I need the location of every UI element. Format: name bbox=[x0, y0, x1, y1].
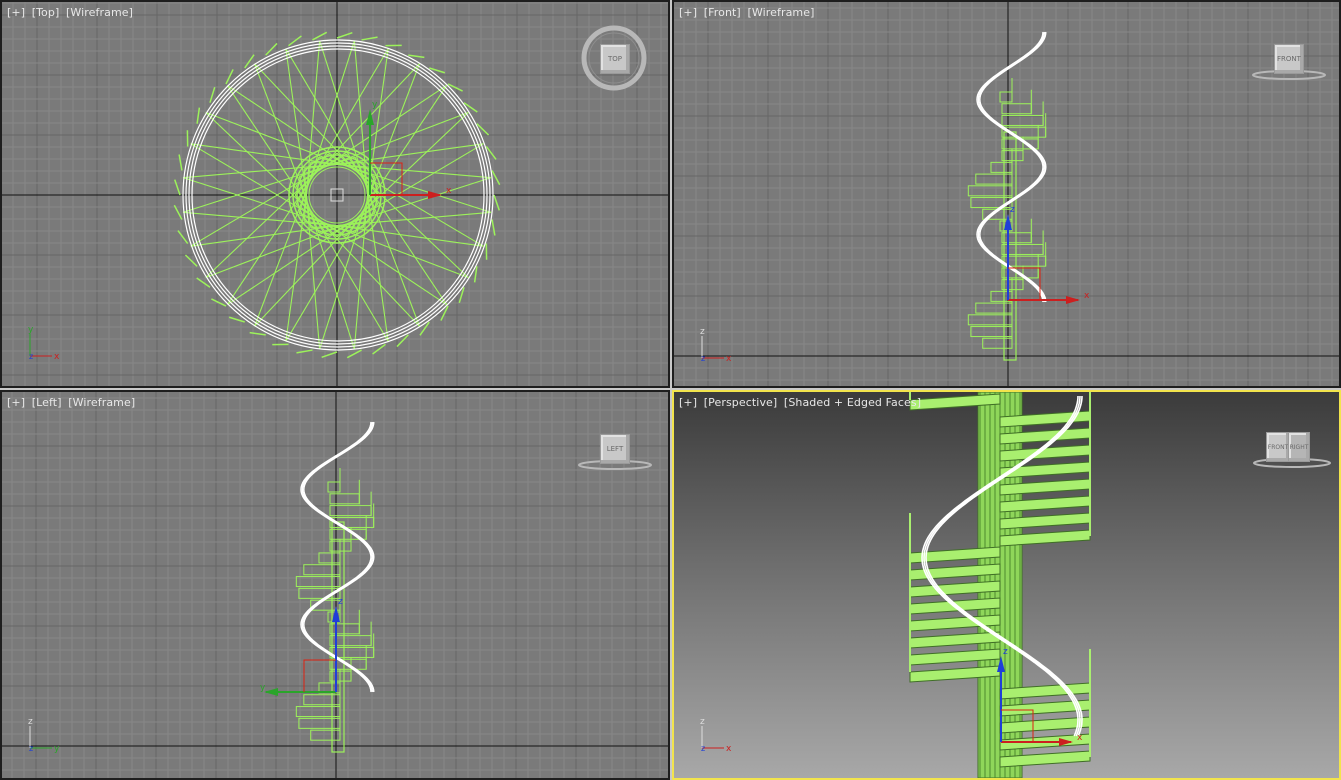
viewport-perspective[interactable]: x z x z z [+] [Perspective] [Shaded + Edged … bbox=[672, 390, 1341, 780]
axis-label-depth: z bbox=[701, 744, 705, 753]
viewport-label-perspective[interactable]: [+] [Perspective] [Shaded + Edged Faces] bbox=[679, 396, 924, 409]
viewport-plus-menu[interactable]: [+] bbox=[679, 6, 697, 19]
grid-lines bbox=[2, 392, 668, 778]
viewcube-icon[interactable]: FRONT bbox=[1249, 40, 1329, 84]
gizmo-axis-label-h: x bbox=[1084, 291, 1090, 301]
axis-label-depth: z bbox=[29, 352, 33, 361]
viewport-front[interactable]: x z x z z [+] [Front] [Wireframe] FRONT bbox=[672, 0, 1341, 388]
viewcube-face[interactable]: FRONT bbox=[1274, 44, 1304, 74]
viewcube-face[interactable]: LEFT bbox=[600, 434, 630, 464]
axis-label-horizontal: x bbox=[54, 352, 60, 362]
gizmo-axis-label-v: z bbox=[1003, 647, 1008, 657]
grid-front: x z x z z bbox=[674, 2, 1339, 386]
axis-tripod-icon: x z z bbox=[700, 327, 732, 364]
viewport-plus-menu[interactable]: [+] bbox=[679, 396, 697, 409]
viewport-left[interactable]: y z y z z [+] [Left] [Wireframe] LEFT bbox=[0, 390, 670, 780]
axis-tripod-icon: x z z bbox=[700, 717, 732, 754]
viewport-plus-menu[interactable]: [+] bbox=[7, 6, 25, 19]
viewport-top[interactable]: x y x y z [+] [Top] [Wireframe] TOP bbox=[0, 0, 670, 388]
viewcube-face-front[interactable]: FRONT bbox=[1266, 432, 1290, 462]
axis-label-vertical: y bbox=[28, 325, 34, 335]
axis-label-depth: z bbox=[29, 744, 33, 753]
viewport-view-menu[interactable]: [Perspective] bbox=[704, 396, 778, 409]
grid-left: y z y z z bbox=[2, 392, 668, 778]
viewport-shading-menu[interactable]: [Wireframe] bbox=[66, 6, 133, 19]
axis-label-vertical: z bbox=[700, 717, 705, 727]
viewport-view-menu[interactable]: [Front] bbox=[704, 6, 741, 19]
viewport-label-front[interactable]: [+] [Front] [Wireframe] bbox=[679, 6, 817, 19]
gizmo-axis-label-v: z bbox=[1010, 205, 1015, 215]
axis-label-horizontal: x bbox=[726, 744, 732, 754]
axis-tripod-icon: x y z bbox=[28, 325, 60, 362]
grid-lines bbox=[2, 2, 668, 386]
viewport-plus-menu[interactable]: [+] bbox=[7, 396, 25, 409]
grid-top: x y x y z bbox=[2, 2, 668, 386]
viewcube-icon[interactable]: FRONT RIGHT bbox=[1250, 430, 1334, 470]
viewcube-icon[interactable]: TOP bbox=[580, 24, 648, 92]
axis-label-vertical: z bbox=[28, 717, 33, 727]
axis-label-depth: z bbox=[701, 354, 705, 363]
axis-label-horizontal: x bbox=[726, 354, 732, 364]
viewport-shading-menu[interactable]: [Wireframe] bbox=[747, 6, 814, 19]
viewport-shading-menu[interactable]: [Wireframe] bbox=[68, 396, 135, 409]
grid-lines bbox=[674, 2, 1339, 386]
gizmo-axis-label-h: x bbox=[1077, 733, 1083, 743]
axis-label-vertical: z bbox=[700, 327, 705, 337]
handrail-front bbox=[976, 31, 1047, 303]
scene-perspective: x z x z z bbox=[700, 392, 1091, 778]
viewcube-face-right[interactable]: RIGHT bbox=[1288, 432, 1310, 462]
viewport-label-left[interactable]: [+] [Left] [Wireframe] bbox=[7, 396, 138, 409]
gizmo-axis-label-v: z bbox=[338, 597, 343, 607]
axis-tripod-icon: y z z bbox=[28, 717, 60, 754]
viewport-label-top[interactable]: [+] [Top] [Wireframe] bbox=[7, 6, 136, 19]
gizmo-axis-label-h: y bbox=[260, 683, 266, 693]
gizmo-axis-label-v: y bbox=[372, 100, 378, 110]
viewport-shading-menu[interactable]: [Shaded + Edged Faces] bbox=[784, 396, 921, 409]
axis-label-horizontal: y bbox=[54, 744, 60, 754]
viewcube-face[interactable]: TOP bbox=[600, 44, 630, 74]
viewport-view-menu[interactable]: [Left] bbox=[32, 396, 62, 409]
viewcube-icon[interactable]: LEFT bbox=[575, 432, 655, 476]
viewport-view-menu[interactable]: [Top] bbox=[32, 6, 60, 19]
gizmo-axis-label-h: x bbox=[446, 186, 452, 196]
